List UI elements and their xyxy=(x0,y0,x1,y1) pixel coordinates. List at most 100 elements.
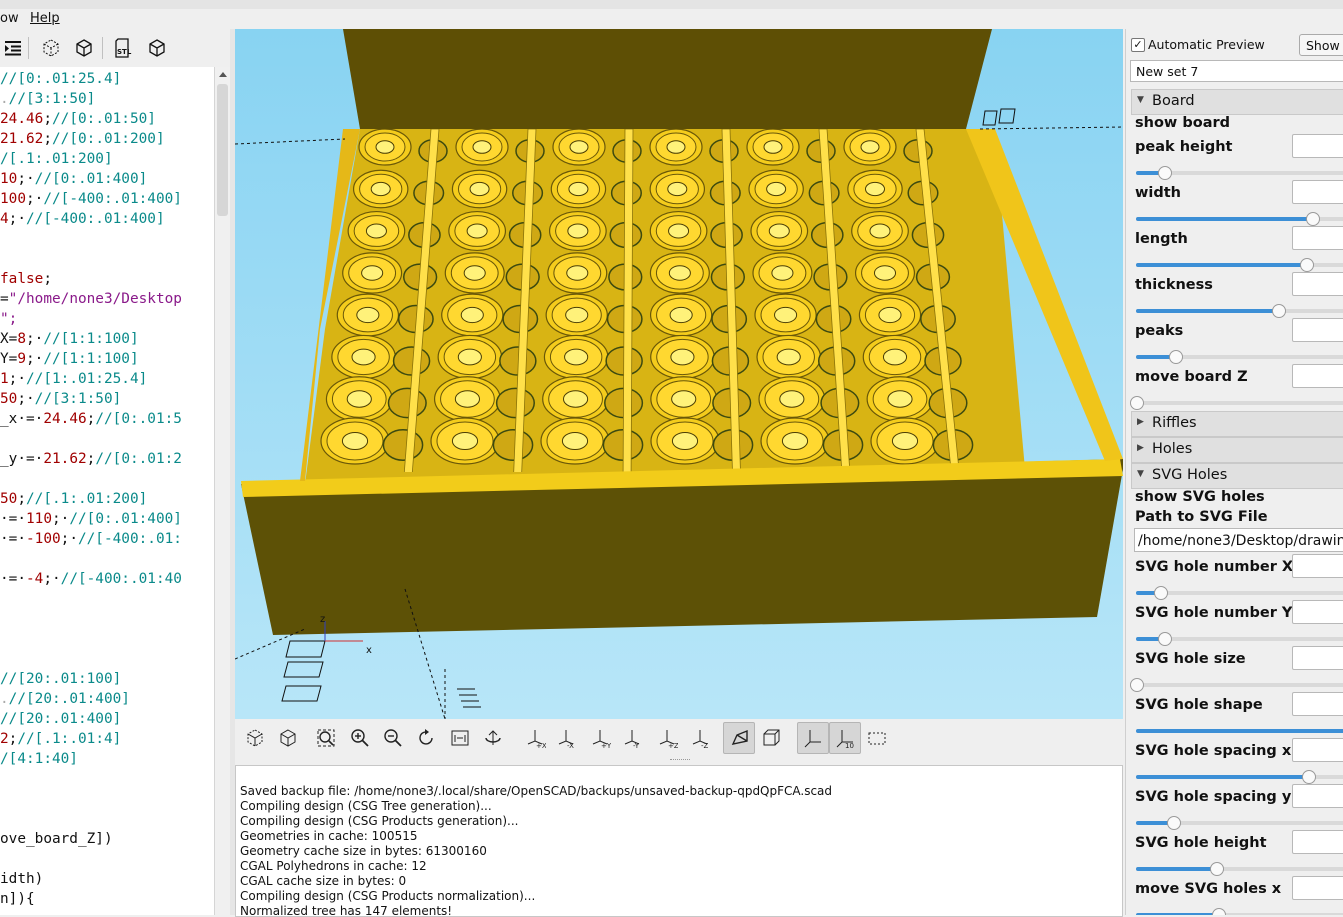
param-svg-hole-shape-input[interactable] xyxy=(1292,692,1343,716)
reset-rotation-icon[interactable] xyxy=(480,725,506,751)
param-svg-hole-spacing-y-input[interactable] xyxy=(1292,784,1343,808)
view-back-icon[interactable]: -Z xyxy=(687,725,713,751)
show-details-button[interactable]: Show D xyxy=(1299,34,1343,56)
param-svg-hole-size-slider[interactable] xyxy=(1130,678,1343,692)
code-token: //[0:.01:25.4] xyxy=(0,71,122,87)
render-3d-icon[interactable] xyxy=(275,725,301,751)
param-svg-hole-height-input[interactable] xyxy=(1292,830,1343,854)
editor-scrollbar-thumb[interactable] xyxy=(217,84,228,216)
code-token: //[.1:.01:200] xyxy=(26,491,148,507)
console-line: Saved backup file: /home/none3/.local/sh… xyxy=(240,784,833,798)
code-token: ·=· xyxy=(0,511,26,527)
param-show-svg-holes-label: show SVG holes xyxy=(1135,489,1265,505)
view-bottom-icon[interactable]: -Y xyxy=(619,725,645,751)
param-thickness-slider[interactable] xyxy=(1136,304,1343,318)
param-svg-hole-shape-slider[interactable] xyxy=(1136,729,1343,733)
param-peak-height-input[interactable] xyxy=(1292,134,1343,158)
param-svg-hole-number-x-label: SVG hole number X xyxy=(1135,559,1294,575)
code-token: 50 xyxy=(0,491,18,507)
param-svg-hole-number-x-input[interactable] xyxy=(1292,554,1343,578)
param-thickness-input[interactable] xyxy=(1292,272,1343,296)
group-svg-holes[interactable]: ▼ SVG Holes xyxy=(1131,463,1343,489)
console-line: Geometries in cache: 100515 xyxy=(240,829,418,843)
show-scale-icon[interactable]: 10 xyxy=(829,722,861,754)
code-token: "/home/none3/Desktop xyxy=(8,291,182,307)
render-icon[interactable] xyxy=(71,35,97,61)
code-token: ;· xyxy=(8,371,26,387)
show-axes-icon[interactable] xyxy=(797,722,829,754)
auto-preview-checkbox[interactable]: ✓ xyxy=(1131,38,1145,52)
code-token: //[0:.01:200] xyxy=(52,131,165,147)
indent-icon[interactable] xyxy=(0,35,26,61)
code-token: Y= xyxy=(0,351,18,367)
view-left-icon[interactable]: -X xyxy=(553,725,579,751)
code-token: //[0:.01:5 xyxy=(95,411,182,427)
code-line: _x·=·24.46;//[0:.01:5 xyxy=(0,409,182,429)
code-line: .//[3:1:50] xyxy=(0,89,95,109)
param-svg-hole-height-slider[interactable] xyxy=(1136,862,1343,876)
param-peak-height-label: peak height xyxy=(1135,139,1233,155)
view-top-icon[interactable]: +Y xyxy=(587,725,613,751)
3d-viewport[interactable]: z x xyxy=(235,29,1123,719)
param-svg-hole-spacing-y-slider[interactable] xyxy=(1136,816,1343,830)
preview-icon[interactable] xyxy=(38,35,64,61)
param-svg-hole-number-x-slider[interactable] xyxy=(1136,586,1343,600)
param-svg-hole-number-y-slider[interactable] xyxy=(1136,632,1343,646)
param-peak-height-slider[interactable] xyxy=(1136,166,1343,180)
code-token: false xyxy=(0,271,44,287)
export-3d-icon[interactable] xyxy=(144,35,170,61)
code-editor[interactable]: //[0:.01:25.4] .//[3:1:50] 24.46;//[0:.01:… xyxy=(0,67,214,915)
param-length-slider[interactable] xyxy=(1136,258,1343,272)
param-peaks-input[interactable] xyxy=(1292,318,1343,342)
preset-dropdown[interactable]: New set 7 xyxy=(1130,60,1343,82)
param-move-board-z-label: move board Z xyxy=(1135,369,1248,385)
param-width-input[interactable] xyxy=(1292,180,1343,204)
param-svg-hole-shape-label: SVG hole shape xyxy=(1135,697,1263,713)
export-stl-icon[interactable]: STL xyxy=(110,35,136,61)
view-front-icon[interactable]: +Z xyxy=(654,725,680,751)
preview-3d-icon[interactable] xyxy=(242,725,268,751)
param-length-input[interactable] xyxy=(1292,226,1343,250)
code-token: -4 xyxy=(26,571,44,587)
code-token: //[-400:.01:400] xyxy=(26,211,165,227)
param-svg-hole-spacing-x-slider[interactable] xyxy=(1136,770,1343,784)
code-token: ;· xyxy=(26,351,44,367)
param-svg-hole-spacing-x-label: SVG hole spacing x xyxy=(1135,743,1292,759)
param-peaks-label: peaks xyxy=(1135,323,1184,339)
axis-label-x: x xyxy=(366,645,372,656)
param-width-slider[interactable] xyxy=(1136,212,1343,226)
orthogonal-icon[interactable] xyxy=(758,725,784,751)
param-move-svg-holes-x-input[interactable] xyxy=(1292,876,1343,900)
zoom-out-icon[interactable] xyxy=(380,725,406,751)
param-move-board-z-input[interactable] xyxy=(1292,364,1343,388)
perspective-icon[interactable] xyxy=(723,722,755,754)
code-token: 21.62 xyxy=(43,451,87,467)
param-svg-hole-spacing-x-input[interactable] xyxy=(1292,738,1343,762)
param-svg-hole-number-y-input[interactable] xyxy=(1292,600,1343,624)
console-output[interactable]: Saved backup file: /home/none3/.local/sh… xyxy=(235,765,1123,917)
code-line: /[4:1:40] xyxy=(0,749,78,769)
param-svg-path-input[interactable]: /home/none3/Desktop/drawin xyxy=(1134,528,1343,552)
zoom-in-icon[interactable] xyxy=(347,725,373,751)
menu-help[interactable]: Help xyxy=(30,11,60,26)
group-board[interactable]: ▼ Board xyxy=(1131,89,1343,115)
show-edges-icon[interactable] xyxy=(864,725,890,751)
view-all-icon[interactable] xyxy=(313,725,339,751)
customizer-panel: ✓ Automatic Preview Show D New set 7 ▼Bo… xyxy=(1125,29,1343,915)
console-splitter-handle[interactable] xyxy=(670,759,690,765)
menu-window[interactable]: ow xyxy=(0,11,19,26)
reset-view-icon[interactable] xyxy=(414,725,440,751)
code-line: 4;·//[-400:.01:400] xyxy=(0,209,165,229)
code-token: //[-400:.01:400] xyxy=(43,191,182,207)
group-riffles[interactable]: ▶ Riffles xyxy=(1131,411,1343,437)
param-svg-hole-size-input[interactable] xyxy=(1292,646,1343,670)
param-peaks-slider[interactable] xyxy=(1136,350,1343,364)
code-line: 21.62;//[0:.01:200] xyxy=(0,129,165,149)
view-right-icon[interactable]: +X xyxy=(522,725,548,751)
code-token: 21.62 xyxy=(0,131,44,147)
view-fit-icon[interactable] xyxy=(447,725,473,751)
code-token: //[.1:.01:4] xyxy=(17,731,122,747)
editor-toolbar: STL xyxy=(0,29,235,67)
group-holes[interactable]: ▶ Holes xyxy=(1131,437,1343,463)
param-move-board-z-slider[interactable] xyxy=(1130,396,1343,410)
